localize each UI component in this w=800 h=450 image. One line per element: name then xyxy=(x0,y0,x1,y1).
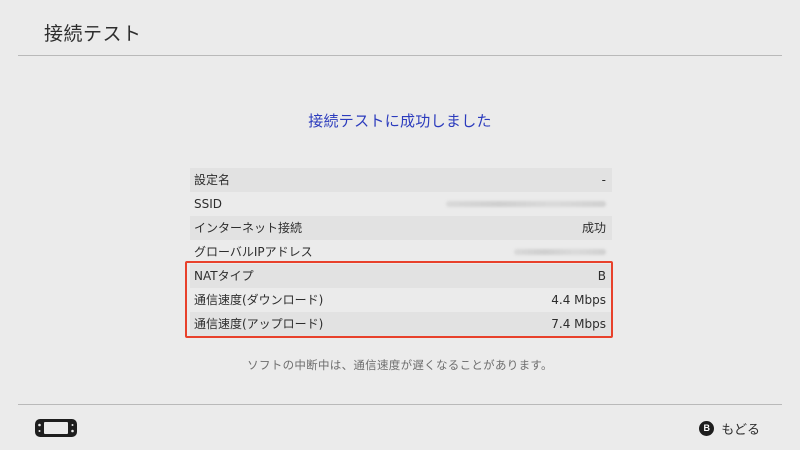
header: 接続テスト xyxy=(0,0,800,56)
info-row-label: SSID xyxy=(194,197,223,211)
info-row-label: 設定名 xyxy=(194,173,231,187)
info-row-value: 成功 xyxy=(581,221,606,235)
speed-note: ソフトの中断中は、通信速度が遅くなることがあります。 xyxy=(247,358,553,372)
back-label: もどる xyxy=(721,422,760,438)
redacted-value xyxy=(446,201,606,207)
info-row-label: インターネット接続 xyxy=(194,221,303,235)
info-row-value: - xyxy=(601,173,606,187)
b-button-icon: B xyxy=(699,420,715,436)
handheld-console-icon xyxy=(34,418,78,438)
footer-divider xyxy=(18,404,782,405)
info-row-setting-name: 設定名 - xyxy=(190,168,612,192)
header-divider xyxy=(18,55,782,56)
back-button[interactable]: B もどる xyxy=(699,418,760,438)
highlight-annotation-box xyxy=(185,261,613,338)
page-title: 接続テスト xyxy=(44,23,142,45)
success-message: 接続テストに成功しました xyxy=(308,112,492,130)
redacted-value xyxy=(514,249,606,255)
info-row-internet-connection: インターネット接続 成功 xyxy=(190,216,612,240)
info-row-ssid: SSID xyxy=(190,192,612,216)
